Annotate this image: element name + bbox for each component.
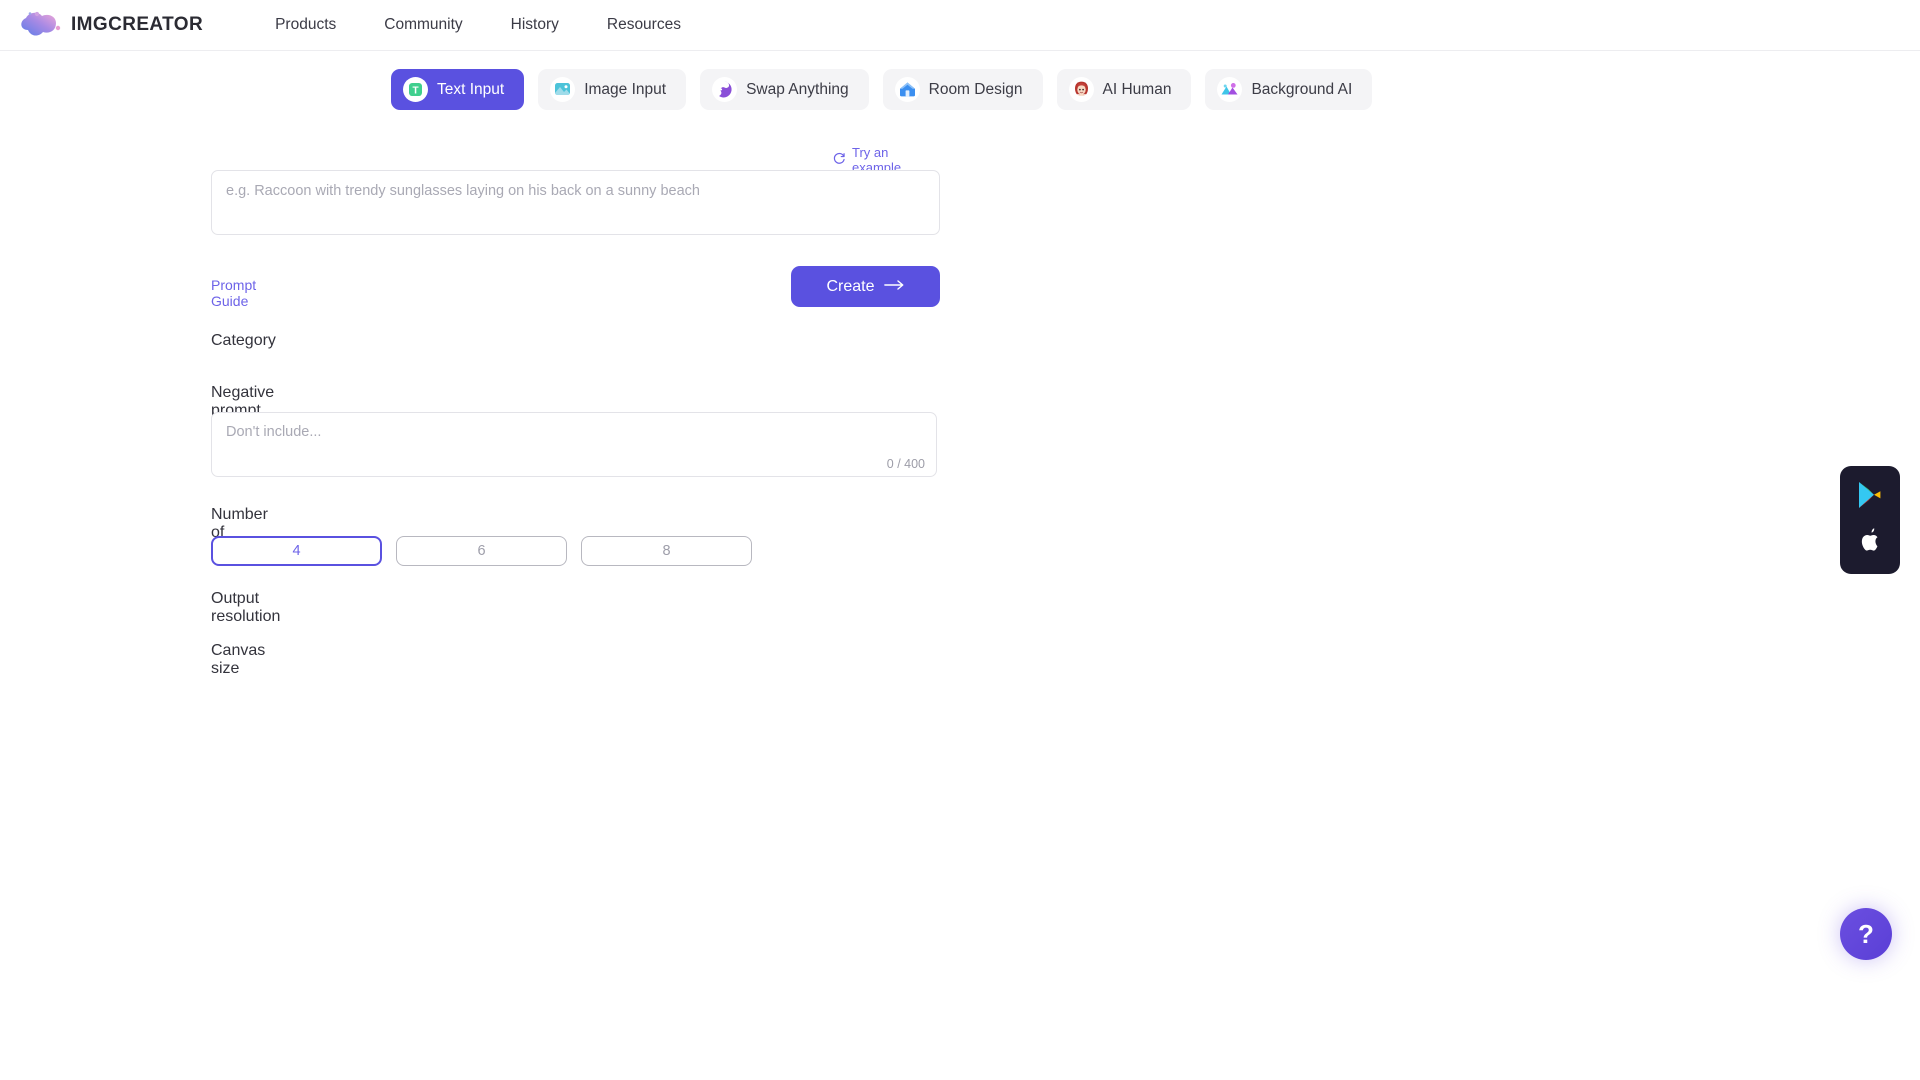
nav-item-resources[interactable]: Resources — [583, 16, 705, 34]
number-option-6[interactable]: 6 — [396, 536, 567, 566]
tab-ai-human[interactable]: AI Human — [1057, 69, 1192, 110]
create-button-label: Create — [826, 278, 874, 296]
help-button[interactable]: ? — [1840, 908, 1892, 960]
google-play-icon[interactable] — [1856, 480, 1884, 515]
image-input-icon — [550, 77, 575, 102]
swap-anything-icon — [712, 77, 737, 102]
mode-tab-bar: T Text Input Image Input Swap Anything — [391, 69, 1372, 110]
tab-text-input[interactable]: T Text Input — [391, 69, 524, 110]
tab-label-image-input: Image Input — [584, 81, 666, 99]
number-of-images-options: 4 6 8 — [211, 536, 752, 566]
svg-text:T: T — [412, 85, 418, 96]
room-design-icon — [895, 77, 920, 102]
brand-logo[interactable]: IMGCREATOR — [18, 10, 203, 40]
tab-label-swap-anything: Swap Anything — [746, 81, 849, 99]
negative-prompt-counter: 0 / 400 — [887, 457, 925, 471]
brand-name: IMGCREATOR — [71, 14, 203, 36]
top-header: IMGCREATOR Products Community History Re… — [0, 0, 1920, 51]
tab-label-room-design: Room Design — [929, 81, 1023, 99]
main-nav: Products Community History Resources — [251, 16, 705, 34]
tab-room-design[interactable]: Room Design — [883, 69, 1043, 110]
imgcreator-blob-logo-icon — [18, 10, 65, 40]
question-mark-icon: ? — [1858, 919, 1874, 950]
app-download-dock[interactable] — [1840, 466, 1900, 574]
refresh-icon — [833, 152, 846, 168]
arrow-right-icon — [884, 278, 905, 296]
canvas-size-label: Canvas size — [211, 642, 265, 678]
number-option-4[interactable]: 4 — [211, 536, 382, 566]
nav-item-products[interactable]: Products — [251, 16, 360, 34]
number-option-8[interactable]: 8 — [581, 536, 752, 566]
nav-item-community[interactable]: Community — [360, 16, 486, 34]
nav-item-history[interactable]: History — [487, 16, 583, 34]
tab-swap-anything[interactable]: Swap Anything — [700, 69, 869, 110]
prompt-guide-link[interactable]: Prompt Guide — [211, 277, 256, 309]
background-ai-icon — [1217, 77, 1242, 102]
apple-icon[interactable] — [1857, 526, 1883, 561]
tab-label-ai-human: AI Human — [1103, 81, 1172, 99]
negative-prompt-field: 0 / 400 — [211, 412, 937, 477]
negative-prompt-input[interactable] — [211, 412, 937, 477]
tab-label-text-input: Text Input — [437, 81, 504, 99]
tab-image-input[interactable]: Image Input — [538, 69, 686, 110]
prompt-input[interactable] — [211, 170, 940, 235]
tab-background-ai[interactable]: Background AI — [1205, 69, 1372, 110]
text-input-icon: T — [403, 77, 428, 102]
tab-label-background-ai: Background AI — [1251, 81, 1352, 99]
output-resolution-label: Output resolution — [211, 590, 280, 626]
create-button[interactable]: Create — [791, 266, 940, 307]
category-label: Category — [211, 332, 276, 350]
ai-human-icon — [1069, 77, 1094, 102]
